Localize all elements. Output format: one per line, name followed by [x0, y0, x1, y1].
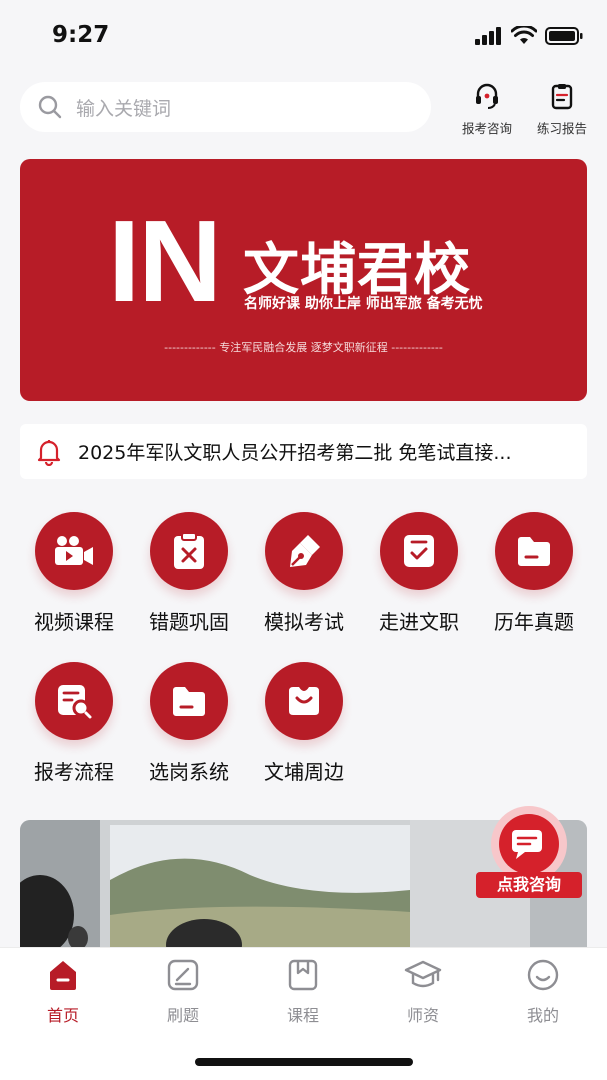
- chat-bubble-icon: [491, 806, 567, 880]
- folder-icon: [173, 687, 205, 716]
- folder-icon: [518, 537, 550, 566]
- consult-label: 报考咨询: [461, 121, 512, 136]
- clipboard-report-icon: [551, 84, 573, 110]
- grid-item-about-civilian-jobs[interactable]: 走进文职: [362, 512, 476, 635]
- search-icon: [38, 95, 62, 119]
- promo-banner[interactable]: IN 文埔君校 名师好课 助你上岸 师出军旅 备考无忧 ------------…: [20, 159, 587, 401]
- about-civilian-jobs-circle: [380, 512, 458, 590]
- tab-home-label: 首页: [46, 1006, 79, 1025]
- consult-button[interactable]: 报考咨询: [452, 82, 522, 137]
- banner-logo-text: IN: [108, 196, 222, 326]
- signal-icon: [475, 26, 501, 45]
- document-search-icon: [58, 685, 92, 719]
- bookmark-book-icon: [288, 959, 318, 991]
- grid-label: 选岗系统: [149, 760, 229, 784]
- edit-icon: [167, 959, 199, 991]
- grid-label: 历年真题: [494, 610, 574, 634]
- application-process-circle: [35, 662, 113, 740]
- headset-icon: [476, 83, 498, 109]
- past-papers-circle: [495, 512, 573, 590]
- search-bar[interactable]: 输入关键词: [20, 82, 431, 132]
- graduation-cap-icon: [404, 960, 442, 988]
- checklist-icon: [404, 535, 434, 567]
- status-time: 9:27: [52, 22, 110, 48]
- grid-label: 模拟考试: [264, 610, 344, 634]
- grid-item-past-papers[interactable]: 历年真题: [477, 512, 591, 635]
- grid-item-job-selection[interactable]: 选岗系统: [132, 662, 246, 785]
- grid-label: 报考流程: [34, 760, 114, 784]
- wrong-questions-circle: [150, 512, 228, 590]
- mock-exam-circle: [265, 512, 343, 590]
- tab-practice-label: 刷题: [166, 1006, 199, 1025]
- merchandise-circle: [265, 662, 343, 740]
- video-camera-icon: [55, 536, 93, 565]
- consult-float-label: 点我咨询: [476, 872, 582, 898]
- video-course-circle: [35, 512, 113, 590]
- pen-nib-icon: [290, 535, 320, 567]
- grid-label: 错题巩固: [149, 610, 229, 634]
- notice-text: 2025年军队文职人员公开招考第二批 免笔试直接...: [78, 442, 512, 464]
- tab-profile-label: 我的: [526, 1006, 559, 1025]
- grid-item-mock-exam[interactable]: 模拟考试: [247, 512, 361, 635]
- banner-slogan: 名师好课 助你上岸 师出军旅 备考无忧: [244, 296, 483, 312]
- tab-courses-label: 课程: [286, 1006, 319, 1025]
- tab-home[interactable]: 首页: [23, 958, 103, 1026]
- tab-practice[interactable]: 刷题: [143, 958, 223, 1026]
- grid-item-video-course[interactable]: 视频课程: [17, 512, 131, 635]
- smiley-icon: [527, 959, 559, 991]
- tab-courses[interactable]: 课程: [263, 958, 343, 1026]
- notice-bar[interactable]: 2025年军队文职人员公开招考第二批 免笔试直接...: [20, 424, 587, 479]
- status-icons: [475, 26, 583, 45]
- status-bar: 9:27: [0, 0, 607, 72]
- search-input[interactable]: 输入关键词: [76, 94, 171, 121]
- grid-item-merchandise[interactable]: 文埔周边: [247, 662, 361, 785]
- grid-item-wrong-questions[interactable]: 错题巩固: [132, 512, 246, 635]
- grid-label: 文埔周边: [264, 760, 344, 784]
- practice-report-button[interactable]: 练习报告: [527, 82, 597, 137]
- bell-icon: [37, 439, 61, 466]
- tab-teachers-label: 师资: [406, 1006, 439, 1025]
- job-selection-circle: [150, 662, 228, 740]
- consult-float-button[interactable]: 点我咨询: [470, 800, 588, 900]
- wifi-icon: [511, 26, 537, 44]
- tab-teachers[interactable]: 师资: [383, 958, 463, 1026]
- home-indicator[interactable]: [195, 1058, 413, 1066]
- battery-icon: [545, 26, 583, 45]
- clipboard-x-icon: [174, 532, 204, 569]
- banner-tagline: ------------- 专注军民融合发展 逐梦文职新征程 ---------…: [164, 341, 443, 354]
- practice-report-label: 练习报告: [536, 121, 587, 136]
- grid-label: 走进文职: [379, 610, 459, 634]
- grid-item-application-process[interactable]: 报考流程: [17, 662, 131, 785]
- tab-profile[interactable]: 我的: [503, 958, 583, 1026]
- shopping-bag-icon: [289, 687, 319, 715]
- grid-label: 视频课程: [34, 610, 114, 634]
- home-icon: [50, 961, 76, 990]
